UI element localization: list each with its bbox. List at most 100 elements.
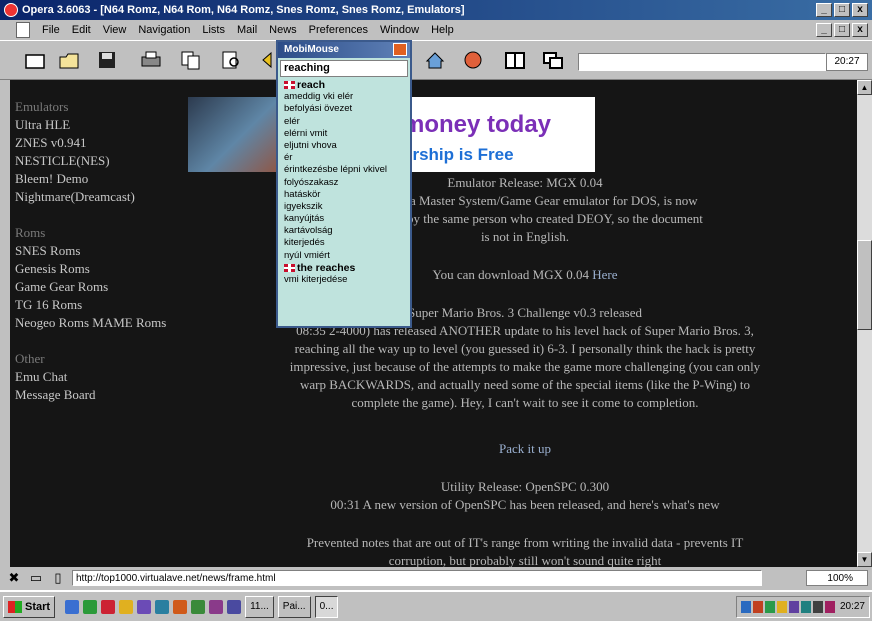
sidebar-link[interactable]: Game Gear Roms xyxy=(15,278,190,296)
popup-item-text: igyekszik xyxy=(284,200,323,212)
close-button[interactable]: x xyxy=(852,3,868,17)
menu-view[interactable]: View xyxy=(97,24,133,36)
quicklaunch-icon[interactable] xyxy=(119,599,134,614)
popup-translation[interactable]: ameddig vki elér xyxy=(284,91,410,103)
tray-icon[interactable] xyxy=(824,600,835,613)
popup-translation[interactable]: igyekszik xyxy=(284,201,410,213)
sidebar-link[interactable]: ZNES v0.941 xyxy=(15,134,190,152)
zoom-select[interactable]: 100% xyxy=(806,570,868,586)
popup-translation[interactable]: eljutni vhova xyxy=(284,140,410,152)
popup-titlebar[interactable]: MobiMouse xyxy=(278,42,410,58)
save-icon[interactable] xyxy=(94,49,120,71)
home-icon[interactable] xyxy=(422,49,448,71)
dictionary-popup[interactable]: MobiMouse reaching reach ameddig vki elér… xyxy=(276,40,412,328)
quicklaunch-icon[interactable] xyxy=(83,599,98,614)
popup-translation[interactable]: elérni vmit xyxy=(284,128,410,140)
sidebar-link[interactable]: Bleem! Demo xyxy=(15,170,190,188)
popup-translation[interactable]: ér xyxy=(284,152,410,164)
popup-translation[interactable]: kanyújtás xyxy=(284,213,410,225)
tray-clock: 20:27 xyxy=(839,601,865,612)
quicklaunch-icon[interactable] xyxy=(101,599,116,614)
hotlist-icon[interactable] xyxy=(460,49,486,71)
popup-translation[interactable]: kiterjedés xyxy=(284,237,410,249)
quicklaunch-icon[interactable] xyxy=(173,599,188,614)
tray-icon[interactable] xyxy=(764,600,775,613)
doc-restore-button[interactable]: □ xyxy=(834,23,850,37)
maximize-button[interactable]: □ xyxy=(834,3,850,17)
menu-news[interactable]: News xyxy=(263,24,303,36)
popup-translation[interactable]: befolyási övezet xyxy=(284,103,410,115)
url-input[interactable]: http://top1000.virtualave.net/news/frame… xyxy=(72,570,762,586)
vertical-scrollbar[interactable]: ▲ ▼ xyxy=(857,80,872,567)
popup-translation[interactable]: folyószakasz xyxy=(284,177,410,189)
sidebar-link[interactable]: SNES Roms xyxy=(15,242,190,260)
quicklaunch-desktop-icon[interactable] xyxy=(65,599,80,614)
tools-icon[interactable]: ✖ xyxy=(6,570,22,585)
menu-edit[interactable]: Edit xyxy=(66,24,97,36)
sidebar-link[interactable]: Ultra HLE xyxy=(15,116,190,134)
tray-icon[interactable] xyxy=(812,600,823,613)
popup-translation[interactable]: vmi kiterjedése xyxy=(284,274,410,286)
popup-translation[interactable]: hatáskör xyxy=(284,189,410,201)
start-button[interactable]: Start xyxy=(3,595,56,618)
popup-translation[interactable]: elér xyxy=(284,116,410,128)
open-icon[interactable] xyxy=(56,49,82,71)
copy-icon[interactable] xyxy=(178,49,204,71)
tray-icon[interactable] xyxy=(788,600,799,613)
menu-navigation[interactable]: Navigation xyxy=(132,24,196,36)
menu-file[interactable]: File xyxy=(36,24,66,36)
popup-headword[interactable]: reach xyxy=(284,79,410,91)
doc-close-button[interactable]: x xyxy=(852,23,868,37)
new-page-icon[interactable] xyxy=(22,49,48,71)
toolbar-field[interactable] xyxy=(578,53,826,71)
scroll-up-icon[interactable]: ▲ xyxy=(857,80,872,95)
popup-item-text: elér xyxy=(284,115,300,127)
quicklaunch-icon[interactable] xyxy=(227,599,242,614)
tray-icon[interactable] xyxy=(740,600,751,613)
popup-query-field[interactable]: reaching xyxy=(280,60,408,77)
minimize-button[interactable]: _ xyxy=(816,3,832,17)
taskbar-button-active[interactable]: 0... xyxy=(314,595,339,618)
download-text: You can download MGX 0.04 xyxy=(432,267,589,282)
page-icon[interactable]: ▯ xyxy=(50,570,66,585)
window-icon[interactable]: ▭ xyxy=(28,570,44,585)
scroll-down-icon[interactable]: ▼ xyxy=(857,552,872,567)
popup-translation[interactable]: nyúl vmiért xyxy=(284,250,410,262)
quicklaunch-icon[interactable] xyxy=(209,599,224,614)
quicklaunch-icon[interactable] xyxy=(191,599,206,614)
doc-minimize-button[interactable]: _ xyxy=(816,23,832,37)
find-icon[interactable] xyxy=(218,49,244,71)
pack-link[interactable]: Pack it up xyxy=(210,440,840,458)
download-link[interactable]: Here xyxy=(592,267,617,282)
menu-lists[interactable]: Lists xyxy=(196,24,231,36)
cascade-icon[interactable] xyxy=(540,49,566,71)
sidebar-link[interactable]: NESTICLE(NES) xyxy=(15,152,190,170)
menu-preferences[interactable]: Preferences xyxy=(303,24,374,36)
scroll-thumb[interactable] xyxy=(857,240,872,330)
taskbar-button[interactable]: 11... xyxy=(245,595,274,618)
popup-item-text: ér xyxy=(284,152,293,164)
print-icon[interactable] xyxy=(138,49,164,71)
sidebar-link[interactable]: Neogeo Roms MAME Roms xyxy=(15,314,190,332)
menu-mail[interactable]: Mail xyxy=(231,24,263,36)
quicklaunch-icon[interactable] xyxy=(137,599,152,614)
opera-app-icon[interactable] xyxy=(4,3,18,17)
sidebar-link[interactable]: Emu Chat xyxy=(15,368,190,386)
tile-icon[interactable] xyxy=(502,49,528,71)
tray-icon[interactable] xyxy=(776,600,787,613)
popup-translation[interactable]: érintkezésbe lépni vkivel xyxy=(284,164,410,176)
tray-icon[interactable] xyxy=(800,600,811,613)
sidebar-link[interactable]: Nightmare(Dreamcast) xyxy=(15,188,190,206)
menu-help[interactable]: Help xyxy=(425,24,460,36)
popup-item-text: érintkezésbe lépni vkivel xyxy=(284,164,387,176)
quicklaunch-icon[interactable] xyxy=(155,599,170,614)
sidebar-link[interactable]: Message Board xyxy=(15,386,190,404)
taskbar-button[interactable]: Pai... xyxy=(277,595,311,618)
sidebar-link[interactable]: Genesis Roms xyxy=(15,260,190,278)
document-icon[interactable] xyxy=(16,22,30,38)
popup-headword[interactable]: the reaches xyxy=(284,262,410,274)
sidebar-link[interactable]: TG 16 Roms xyxy=(15,296,190,314)
popup-translation[interactable]: kartávolság xyxy=(284,225,410,237)
menu-window[interactable]: Window xyxy=(374,24,425,36)
tray-icon[interactable] xyxy=(752,600,763,613)
